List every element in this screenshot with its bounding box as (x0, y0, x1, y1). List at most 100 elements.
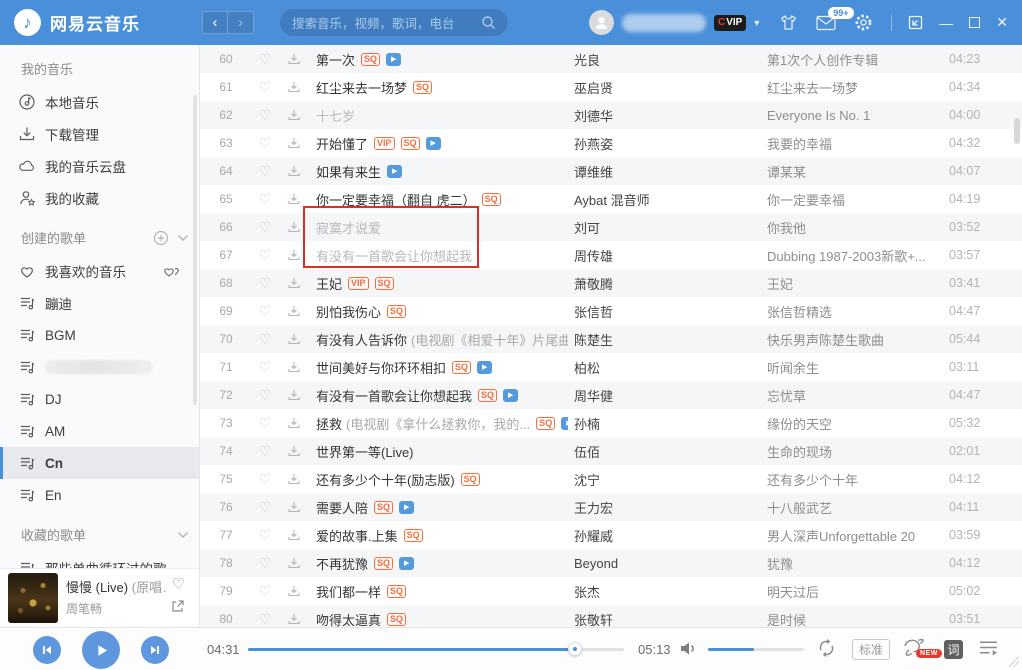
next-button[interactable] (141, 636, 169, 664)
like-icon[interactable]: ♡ (252, 135, 278, 152)
song-album[interactable]: 王妃 (761, 274, 941, 293)
song-title[interactable]: 世界第一等(Live) (310, 442, 568, 461)
song-album[interactable]: 你一定要幸福 (761, 190, 941, 209)
song-album[interactable]: 你我他 (761, 218, 941, 237)
song-artist[interactable]: 张杰 (568, 582, 761, 601)
now-playing-artist[interactable]: 周笔畅 (66, 600, 102, 617)
table-row[interactable]: 64♡如果有来生▶谭维维谭某某04:07 (200, 157, 1022, 185)
sidebar-item-那些单曲循环过的歌[interactable]: 那些单曲循环过的歌 (0, 552, 199, 568)
download-icon[interactable] (278, 52, 310, 66)
download-icon[interactable] (278, 276, 310, 290)
nav-forward-button[interactable]: › (228, 11, 254, 34)
mv-badge[interactable]: ▶ (503, 389, 518, 402)
list-scrollbar[interactable] (1014, 118, 1020, 144)
volume-button[interactable] (679, 640, 698, 657)
table-row[interactable]: 79♡我们都一样SQ张杰明天过后05:02 (200, 577, 1022, 605)
table-row[interactable]: 77♡爱的故事.上集SQ孙耀威男人深声Unforgettable 2003:59 (200, 521, 1022, 549)
download-icon[interactable] (278, 472, 310, 486)
username-blurred[interactable] (622, 14, 706, 32)
song-artist[interactable]: Beyond (568, 556, 761, 571)
app-logo[interactable]: ♪ 网易云音乐 (14, 9, 194, 36)
song-title[interactable]: 不再犹豫SQ▶ (310, 554, 568, 573)
download-icon[interactable] (278, 444, 310, 458)
song-album[interactable]: 还有多少个十年 (761, 470, 941, 489)
like-icon[interactable]: ♡ (252, 107, 278, 124)
song-title[interactable]: 开始懂了VIPSQ▶ (310, 134, 568, 153)
sidebar-item-bgm[interactable]: BGM (0, 319, 199, 351)
quality-button[interactable]: 标准 (852, 639, 890, 660)
like-icon[interactable]: ♡ (252, 163, 278, 180)
volume-bar[interactable] (708, 648, 804, 651)
like-icon[interactable]: ♡ (172, 575, 185, 593)
table-row[interactable]: 61♡红尘来去一场梦SQ巫启贤红尘来去一场梦04:34 (200, 73, 1022, 101)
song-album[interactable]: 谭某某 (761, 162, 941, 181)
minimize-button[interactable]: — (939, 15, 953, 31)
like-icon[interactable]: ♡ (252, 219, 278, 236)
song-album[interactable]: 我要的幸福 (761, 134, 941, 153)
song-artist[interactable]: 萧敬腾 (568, 274, 761, 293)
now-playing-card[interactable]: 慢慢 (Live) (原唱… 周笔畅 ♡ (0, 568, 200, 627)
like-icon[interactable]: ♡ (252, 247, 278, 264)
mini-mode-button[interactable] (908, 15, 923, 30)
like-icon[interactable]: ♡ (252, 387, 278, 404)
like-icon[interactable]: ♡ (252, 79, 278, 96)
song-album[interactable]: 十八般武艺 (761, 498, 941, 517)
like-icon[interactable]: ♡ (252, 471, 278, 488)
download-icon[interactable] (278, 556, 310, 570)
mv-badge[interactable]: ▶ (426, 137, 441, 150)
download-icon[interactable] (278, 164, 310, 178)
song-artist[interactable]: 刘德华 (568, 106, 761, 125)
song-artist[interactable]: 王力宏 (568, 498, 761, 517)
table-row[interactable]: 70♡有没有人告诉你(电视剧《相爱十年》片尾曲)陈楚生快乐男声陈楚生歌曲05:4… (200, 325, 1022, 353)
mv-badge[interactable]: ▶ (387, 165, 402, 178)
download-icon[interactable] (278, 612, 310, 626)
table-row[interactable]: 71♡世间美好与你环环相扣SQ▶柏松听闻余生03:11 (200, 353, 1022, 381)
like-icon[interactable]: ♡ (252, 499, 278, 516)
like-icon[interactable]: ♡ (252, 611, 278, 628)
table-row[interactable]: 78♡不再犹豫SQ▶Beyond犹豫04:12 (200, 549, 1022, 577)
previous-button[interactable] (33, 636, 61, 664)
song-artist[interactable]: 伍佰 (568, 442, 761, 461)
table-row[interactable]: 65♡你一定要幸福（翻自 虎二）SQAybat 混音师你一定要幸福04:19 (200, 185, 1022, 213)
download-icon[interactable] (278, 304, 310, 318)
song-album[interactable]: 是时候 (761, 610, 941, 628)
table-row[interactable]: 80♡吻得太逼真SQ张敬轩是时候03:51 (200, 605, 1022, 627)
download-icon[interactable] (278, 108, 310, 122)
song-album[interactable]: 男人深声Unforgettable 20 (761, 526, 941, 545)
download-icon[interactable] (278, 80, 310, 94)
song-album[interactable]: 张信哲精选 (761, 302, 941, 321)
song-artist[interactable]: 沈宁 (568, 470, 761, 489)
song-title[interactable]: 你一定要幸福（翻自 虎二）SQ (310, 190, 568, 209)
chevron-down-icon[interactable] (177, 531, 189, 539)
mv-badge[interactable]: ▶ (399, 501, 414, 514)
sidebar-item-下载管理[interactable]: 下载管理 (0, 118, 199, 150)
like-icon[interactable]: ♡ (252, 359, 278, 376)
like-icon[interactable]: ♡ (252, 51, 278, 68)
song-album[interactable]: 生命的现场 (761, 442, 941, 461)
song-title[interactable]: 世间美好与你环环相扣SQ▶ (310, 358, 568, 377)
song-artist[interactable]: 光良 (568, 50, 761, 69)
song-artist[interactable]: Aybat 混音师 (568, 190, 761, 209)
play-button[interactable] (82, 631, 120, 669)
song-artist[interactable]: 谭维维 (568, 162, 761, 181)
song-artist[interactable]: 孙楠 (568, 414, 761, 433)
chevron-down-icon[interactable]: ▼ (752, 18, 761, 28)
like-icon[interactable]: ♡ (252, 191, 278, 208)
like-icon[interactable]: ♡ (252, 583, 278, 600)
sidebar-item-dj[interactable]: DJ (0, 383, 199, 415)
song-album[interactable]: Everyone Is No. 1 (761, 108, 941, 123)
song-title[interactable]: 王妃VIPSQ (310, 274, 568, 293)
download-icon[interactable] (278, 528, 310, 542)
resize-handle[interactable] (1009, 657, 1019, 667)
download-icon[interactable] (278, 360, 310, 374)
loop-mode-button[interactable] (816, 638, 837, 658)
song-artist[interactable]: 柏松 (568, 358, 761, 377)
song-album[interactable]: 犹豫 (761, 554, 941, 573)
mv-badge[interactable]: ▶ (399, 557, 414, 570)
song-album[interactable]: 明天过后 (761, 582, 941, 601)
download-icon[interactable] (278, 584, 310, 598)
song-title[interactable]: 第一次SQ▶ (310, 50, 568, 69)
song-artist[interactable]: 张信哲 (568, 302, 761, 321)
now-playing-title[interactable]: 慢慢 (Live) (原唱… (66, 577, 168, 596)
table-row[interactable]: 60♡第一次SQ▶光良第1次个人创作专辑04:23 (200, 45, 1022, 73)
